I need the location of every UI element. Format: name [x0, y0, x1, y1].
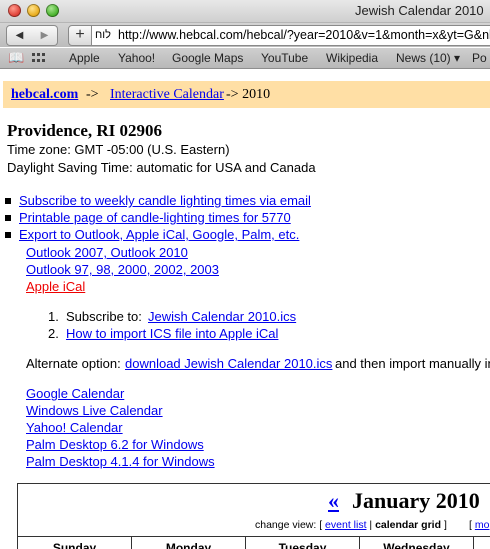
step-number: 2. — [48, 326, 59, 341]
weekday-header: Monday — [132, 537, 246, 549]
printable-page-link[interactable]: Printable page of candle-lighting times … — [19, 210, 291, 225]
list-bullet — [5, 232, 11, 238]
list-bullet — [5, 215, 11, 221]
bookmark-youtube[interactable]: YouTube — [261, 48, 308, 68]
weekday-header: Sunday — [18, 537, 132, 549]
windows-live-calendar-link[interactable]: Windows Live Calendar — [26, 403, 163, 418]
browser-toolbar: ◀ ▶ + לוח http://www.hebcal.com/hebcal/?… — [0, 23, 490, 47]
ics-subscribe-link[interactable]: Jewish Calendar 2010.ics — [148, 309, 296, 324]
breadcrumb-current-label: 2010 — [242, 87, 271, 102]
close-window-button[interactable] — [8, 4, 21, 17]
yahoo-calendar-link[interactable]: Yahoo! Calendar — [26, 420, 123, 435]
breadcrumb-home-link[interactable]: hebcal.com — [11, 81, 78, 108]
view-separator: | — [369, 519, 373, 531]
bookmark-news-label: News (10) — [396, 51, 451, 65]
more-options: [ mo — [469, 519, 489, 531]
title-bar: Jewish Calendar 2010 — [0, 0, 490, 23]
browser-window: Jewish Calendar 2010 ◀ ▶ + לוח http://ww… — [0, 0, 490, 549]
site-favicon-icon: לוח — [95, 29, 111, 41]
address-bar[interactable]: לוח http://www.hebcal.com/hebcal/?year=2… — [91, 25, 490, 46]
zoom-window-button[interactable] — [46, 4, 59, 17]
month-title: January 2010 — [352, 488, 480, 513]
outlook-2007-link[interactable]: Outlook 2007, Outlook 2010 — [26, 245, 188, 260]
location-title: Providence, RI 02906 — [7, 121, 163, 140]
palm-desktop-62-link[interactable]: Palm Desktop 6.2 for Windows — [26, 437, 204, 452]
view-bracket: ] — [443, 519, 447, 531]
bookmark-yahoo[interactable]: Yahoo! — [118, 48, 155, 68]
bookmark-wikipedia[interactable]: Wikipedia — [326, 48, 378, 68]
plus-icon: + — [75, 26, 85, 43]
outlook-97-link[interactable]: Outlook 97, 98, 2000, 2002, 2003 — [26, 262, 219, 277]
calendar-grid-current: calendar grid — [375, 519, 442, 531]
weekday-header: Wednesday — [360, 537, 474, 549]
bookmarks-bar: 📖 Apple Yahoo! Google Maps YouTube Wikip… — [0, 48, 490, 69]
minimize-window-button[interactable] — [27, 4, 40, 17]
more-link[interactable]: mo — [475, 519, 490, 531]
breadcrumb-separator: -> — [226, 87, 239, 102]
bookmark-google-maps[interactable]: Google Maps — [172, 48, 243, 68]
bookmark-apple[interactable]: Apple — [69, 48, 100, 68]
page-content: hebcal.com -> Interactive Calendar -> 20… — [0, 69, 490, 549]
top-sites-grid-icon[interactable] — [32, 53, 45, 63]
alternate-option-label: Alternate option: — [26, 356, 121, 371]
previous-month-link[interactable]: « — [328, 488, 339, 514]
alternate-option-suffix: and then import manually into — [335, 356, 490, 371]
bookmark-news-folder[interactable]: News (10) ▾ — [396, 48, 460, 68]
weekday-header-row: Sunday Monday Tuesday Wednesday — [18, 536, 490, 549]
breadcrumb-separator: -> — [86, 87, 99, 102]
change-view-label: change view: [ — [255, 519, 323, 531]
back-arrow-icon: ◀ — [15, 30, 24, 41]
breadcrumb-interactive-link[interactable]: Interactive Calendar — [110, 81, 224, 108]
weekday-header: Tuesday — [246, 537, 360, 549]
forward-arrow-icon: ▶ — [40, 30, 49, 41]
window-title: Jewish Calendar 2010 — [355, 3, 484, 18]
forward-button[interactable]: ▶ — [32, 25, 58, 46]
dropdown-arrow-icon: ▾ — [454, 51, 461, 65]
list-bullet — [5, 198, 11, 204]
timezone-info: Time zone: GMT -05:00 (U.S. Eastern) — [7, 142, 230, 157]
subscribe-to-label: Subscribe to: — [66, 309, 142, 324]
breadcrumb-current: -> 2010 — [226, 81, 270, 108]
breadcrumb: hebcal.com -> Interactive Calendar -> 20… — [3, 81, 490, 108]
import-ics-help-link[interactable]: How to import ICS file into Apple iCal — [66, 326, 278, 341]
add-bookmark-button[interactable]: + — [68, 25, 92, 46]
apple-ical-link[interactable]: Apple iCal — [26, 279, 85, 294]
export-link[interactable]: Export to Outlook, Apple iCal, Google, P… — [19, 227, 299, 242]
change-view-bar: change view: [ event list | calendar gri… — [255, 519, 447, 531]
palm-desktop-414-link[interactable]: Palm Desktop 4.1.4 for Windows — [26, 454, 215, 469]
month-calendar: « January 2010 change view: [ event list… — [17, 483, 490, 549]
dst-info: Daylight Saving Time: automatic for USA … — [7, 160, 316, 175]
url-text[interactable]: http://www.hebcal.com/hebcal/?year=2010&… — [118, 26, 490, 45]
download-ics-link[interactable]: download Jewish Calendar 2010.ics — [125, 356, 332, 371]
more-bracket: [ — [469, 519, 472, 531]
google-calendar-link[interactable]: Google Calendar — [26, 386, 124, 401]
event-list-link[interactable]: event list — [325, 519, 366, 531]
subscribe-email-link[interactable]: Subscribe to weekly candle lighting time… — [19, 193, 311, 208]
step-number: 1. — [48, 309, 59, 324]
bookmark-overflow[interactable]: Po — [472, 48, 487, 68]
back-button[interactable]: ◀ — [6, 25, 33, 46]
bookmarks-book-icon[interactable]: 📖 — [8, 48, 24, 68]
